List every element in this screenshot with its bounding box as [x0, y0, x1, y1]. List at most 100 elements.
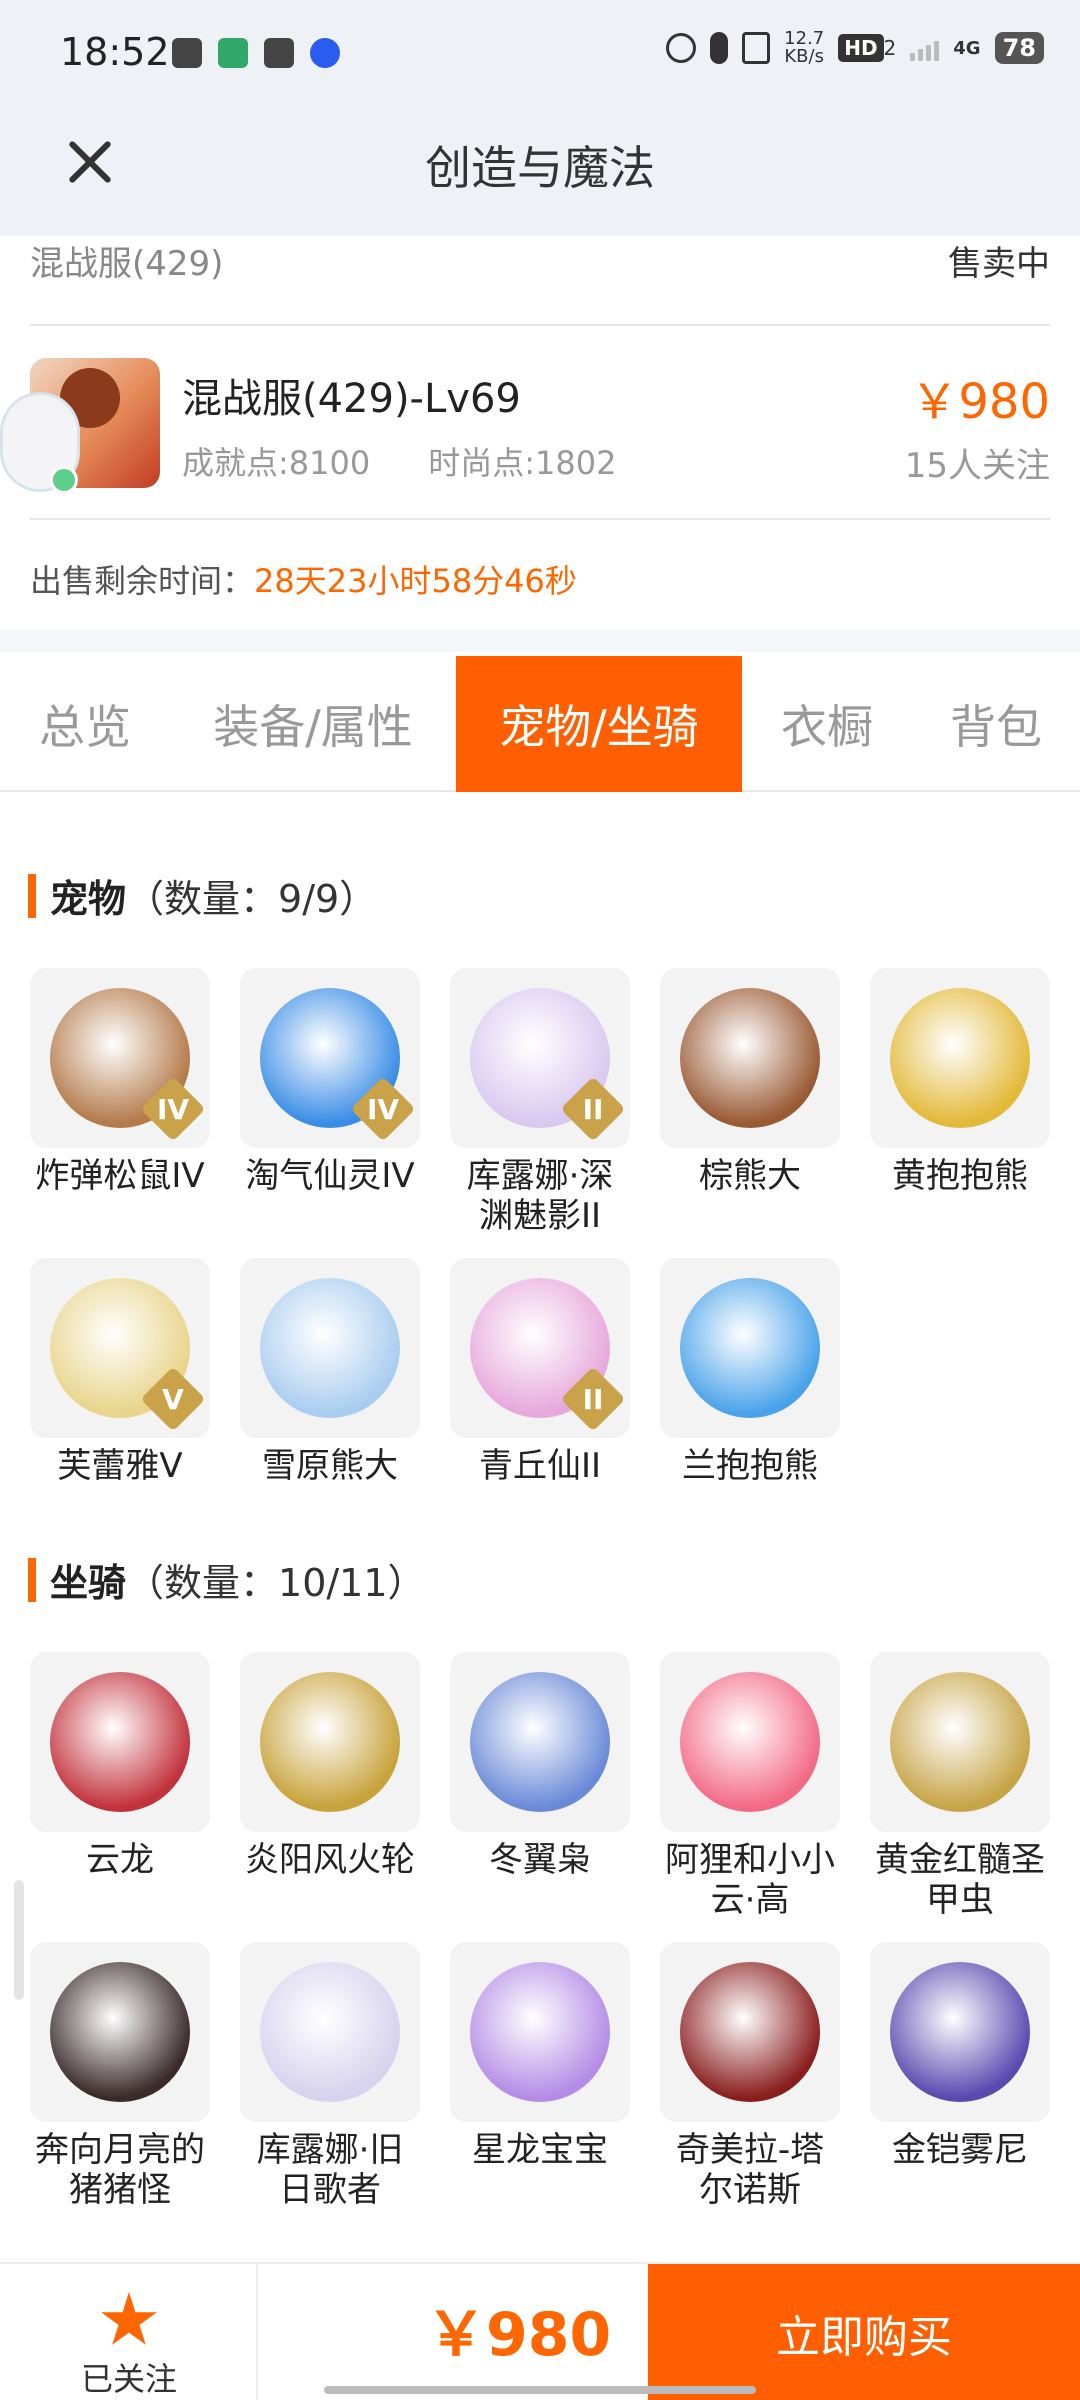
mount-item[interactable]: 库露娜·旧日歌者 [240, 1942, 420, 2210]
tab-pets-mounts[interactable]: 宠物/坐骑 [456, 656, 742, 792]
item-art [890, 1672, 1030, 1812]
mount-thumbnail [240, 1652, 420, 1832]
pet-item[interactable]: 黄抱抱熊 [870, 968, 1050, 1196]
follow-button[interactable]: 已关注 [0, 2264, 258, 2400]
mount-item[interactable]: 黄金红髓圣甲虫 [870, 1652, 1050, 1920]
battery-icon: 78 [994, 32, 1044, 64]
notification-icons [172, 38, 340, 68]
character-name: 混战服(429)-Lv69 [182, 376, 521, 422]
item-name: 黄金红髓圣甲虫 [875, 1840, 1045, 1920]
pet-item[interactable]: V 芙蕾雅V [30, 1258, 210, 1486]
pet-thumbnail: IV [240, 968, 420, 1148]
item-art [470, 1672, 610, 1812]
item-name: 库露娜·旧日歌者 [256, 2130, 404, 2210]
pet-item[interactable]: 雪原熊大 [240, 1258, 420, 1486]
network-type: 4G [953, 37, 981, 59]
signal-icon [910, 35, 940, 61]
server-name: 混战服(429) [30, 244, 224, 284]
mount-item[interactable]: 奔向月亮的猪猪怪 [30, 1942, 210, 2210]
pet-item[interactable]: II 库露娜·深渊魅影II [450, 968, 630, 1236]
pet-item[interactable]: II 青丘仙II [450, 1258, 630, 1486]
bottom-price: ￥980 [426, 2300, 612, 2370]
watcher-count: 15人关注 [904, 446, 1050, 486]
pet-thumbnail [870, 968, 1050, 1148]
tab-wardrobe[interactable]: 衣橱 [742, 656, 912, 792]
item-name: 奇美拉-塔尔诺斯 [675, 2130, 825, 2210]
pets-section-title: 宠物 （数量：9/9） [28, 868, 377, 923]
pet-item[interactable]: IV 淘气仙灵IV [240, 968, 420, 1196]
item-name: 黄抱抱熊 [892, 1156, 1028, 1196]
item-name: 淘气仙灵IV [245, 1156, 415, 1196]
mount-item[interactable]: 奇美拉-塔尔诺斯 [660, 1942, 840, 2210]
mount-item[interactable]: 金铠雾尼 [870, 1942, 1050, 2170]
mount-thumbnail [450, 1942, 630, 2122]
item-art [680, 1278, 820, 1418]
item-name: 兰抱抱熊 [682, 1446, 818, 1486]
rank-badge-label: V [162, 1382, 184, 1416]
remaining-time: 出售剩余时间：28天23小时58分46秒 [30, 562, 577, 600]
item-name: 奔向月亮的猪猪怪 [35, 2130, 205, 2210]
hd-badge: HD 2 [838, 34, 896, 62]
mount-thumbnail [660, 1652, 840, 1832]
mount-item[interactable]: 云龙 [30, 1652, 210, 1880]
rank-badge-label: II [582, 1092, 604, 1126]
item-art [260, 1672, 400, 1812]
mount-thumbnail [870, 1942, 1050, 2122]
pet-thumbnail: II [450, 1258, 630, 1438]
item-art [260, 1278, 400, 1418]
page-title: 创造与魔法 [425, 141, 655, 195]
sale-status: 售卖中 [948, 244, 1050, 284]
status-right: 12.7 KB/s HD 2 4G 78 [666, 30, 1044, 66]
pet-item[interactable]: 棕熊大 [660, 968, 840, 1196]
mic-indicator-icon [50, 466, 78, 494]
remaining-time-value: 28天23小时58分46秒 [254, 562, 577, 600]
item-name: 棕熊大 [699, 1156, 801, 1196]
status-time: 18:52 [60, 30, 170, 74]
scrollbar[interactable] [14, 1880, 24, 2000]
rank-badge-label: IV [156, 1092, 190, 1126]
pet-thumbnail [240, 1258, 420, 1438]
net-speed: 12.7 KB/s [784, 28, 825, 67]
item-art [260, 1962, 400, 2102]
vibrate-icon [742, 32, 771, 64]
mounts-section-title: 坐骑 （数量：10/11） [28, 1552, 426, 1607]
home-indicator[interactable] [324, 2386, 756, 2394]
rank-badge-label: IV [366, 1092, 400, 1126]
item-name: 冬翼枭 [489, 1840, 591, 1880]
character-stats: 成就点:8100 时尚点:1802 [182, 438, 616, 484]
pet-thumbnail: V [30, 1258, 210, 1438]
mount-item[interactable]: 星龙宝宝 [450, 1942, 630, 2170]
item-art [50, 1962, 190, 2102]
pet-item[interactable]: IV 炸弹松鼠IV [30, 968, 210, 1196]
item-name: 炸弹松鼠IV [35, 1156, 205, 1196]
item-name: 库露娜·深渊魅影II [466, 1156, 614, 1236]
app-notification-icon [310, 38, 340, 68]
item-name: 芙蕾雅V [57, 1446, 183, 1486]
video-app-icon [218, 38, 248, 68]
item-name: 炎阳风火轮 [245, 1840, 415, 1880]
item-art [470, 1962, 610, 2102]
item-art [50, 1672, 190, 1812]
mount-item[interactable]: 炎阳风火轮 [240, 1652, 420, 1880]
mount-item[interactable]: 冬翼枭 [450, 1652, 630, 1880]
pet-thumbnail: II [450, 968, 630, 1148]
buy-now-button[interactable]: 立即购买 [648, 2264, 1080, 2400]
character-summary[interactable]: 混战服(429)-Lv69 成就点:8100 时尚点:1802 ￥980 15人… [0, 326, 1050, 520]
tab-overview[interactable]: 总览 [0, 656, 170, 792]
mount-item[interactable]: 阿狸和小小云·高 [660, 1652, 840, 1920]
mount-thumbnail [30, 1942, 210, 2122]
mount-thumbnail [240, 1942, 420, 2122]
tab-bag[interactable]: 背包 [912, 656, 1080, 792]
status-bar: 18:52 12.7 KB/s HD 2 4G 78 [0, 0, 1080, 110]
microphone-icon [710, 32, 729, 64]
section-divider [0, 630, 1080, 652]
pet-thumbnail [660, 968, 840, 1148]
star-icon [101, 2292, 157, 2345]
item-name: 云龙 [86, 1840, 154, 1880]
item-name: 雪原熊大 [262, 1446, 398, 1486]
pet-item[interactable]: 兰抱抱熊 [660, 1258, 840, 1486]
tab-equipment[interactable]: 装备/属性 [170, 656, 456, 792]
server-row: 混战服(429) 售卖中 [30, 236, 1050, 326]
rank-badge-label: II [582, 1382, 604, 1416]
item-name: 青丘仙II [478, 1446, 602, 1486]
